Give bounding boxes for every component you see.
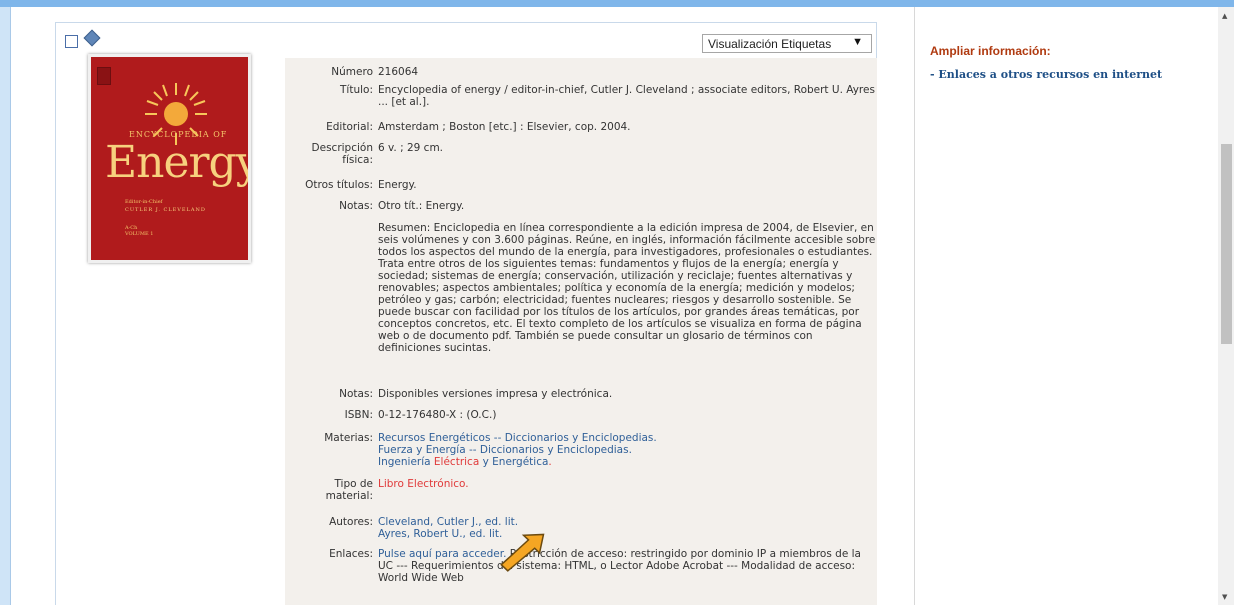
field-label: Título: xyxy=(340,84,373,96)
view-mode-select[interactable]: Visualización Etiquetas ▼ xyxy=(702,34,872,53)
field-label: Notas: xyxy=(339,200,373,212)
materia-period: . xyxy=(548,456,552,468)
field-label: Autores: xyxy=(329,516,373,528)
resumen-text: Resumen: Enciclopedia en línea correspon… xyxy=(378,222,876,354)
external-resources-link[interactable]: - Enlaces a otros recursos en internet xyxy=(930,68,1162,81)
cover-volume: A-Ch VOLUME 1 xyxy=(125,225,154,237)
tipo-link[interactable]: Libro Electrónico. xyxy=(378,478,876,490)
field-value: Otro tít.: Energy. xyxy=(378,200,465,212)
scroll-thumb[interactable] xyxy=(1221,144,1232,344)
materia-link-1[interactable]: Recursos Energéticos -- Diccionarios y E… xyxy=(378,432,657,444)
view-mode-value: Visualización Etiquetas xyxy=(708,37,832,51)
field-value: 6 v. ; 29 cm. xyxy=(378,142,444,154)
field-label: ISBN: xyxy=(344,409,373,421)
field-label: Número xyxy=(331,66,373,78)
ampliar-informacion-heading: Ampliar información: xyxy=(930,44,1051,58)
cover-editor-label: Editor-in-Chief xyxy=(125,199,163,205)
dropdown-arrow-icon: ▼ xyxy=(852,36,863,48)
left-window-edge xyxy=(0,7,11,605)
field-label: Descripción física: xyxy=(311,142,373,166)
book-cover[interactable]: ENCYCLOPEDIA OF Energy Editor-in-Chief C… xyxy=(88,54,251,263)
field-label: Otros títulos: xyxy=(305,179,373,191)
field-value: Pulse aquí para acceder. Restricción de … xyxy=(378,548,876,584)
field-value: 0-12-176480-X : (O.C.) xyxy=(378,409,497,421)
field-value: Energy. xyxy=(378,179,417,191)
field-value: 216064 xyxy=(378,66,419,78)
field-value: Amsterdam ; Boston [etc.] : Elsevier, co… xyxy=(378,121,631,133)
column-divider xyxy=(914,7,915,605)
field-value: Disponibles versiones impresa y electrón… xyxy=(378,388,613,400)
materia-link-3a[interactable]: Ingeniería xyxy=(378,456,431,468)
field-label: Tipo de material: xyxy=(325,478,373,502)
field-label: Editorial: xyxy=(326,121,373,133)
annotation-arrow-icon xyxy=(500,533,545,572)
top-bar xyxy=(0,0,1234,7)
field-label: Notas: xyxy=(339,388,373,400)
select-record-checkbox[interactable] xyxy=(65,35,78,48)
materia-link-2[interactable]: Fuerza y Energía -- Diccionarios y Encic… xyxy=(378,444,632,456)
scroll-down-icon[interactable]: ▼ xyxy=(1222,593,1227,601)
cover-editor-name: CUTLER J. CLEVELAND xyxy=(125,207,206,213)
vertical-scrollbar[interactable]: ▲ ▼ xyxy=(1218,7,1234,605)
publisher-logo-icon xyxy=(97,67,111,85)
field-value: Encyclopedia of energy / editor-in-chief… xyxy=(378,84,875,108)
cover-title: Energy xyxy=(105,137,251,188)
field-label: Enlaces: xyxy=(329,548,373,560)
scroll-up-icon[interactable]: ▲ xyxy=(1222,12,1227,20)
field-value: Recursos Energéticos -- Diccionarios y E… xyxy=(378,432,876,468)
materia-link-3b[interactable]: Eléctrica xyxy=(434,456,479,468)
materia-link-3c[interactable]: y Energética xyxy=(483,456,549,468)
field-value: Cleveland, Cutler J., ed. lit. Ayres, Ro… xyxy=(378,516,876,540)
field-label: Materias: xyxy=(324,432,373,444)
